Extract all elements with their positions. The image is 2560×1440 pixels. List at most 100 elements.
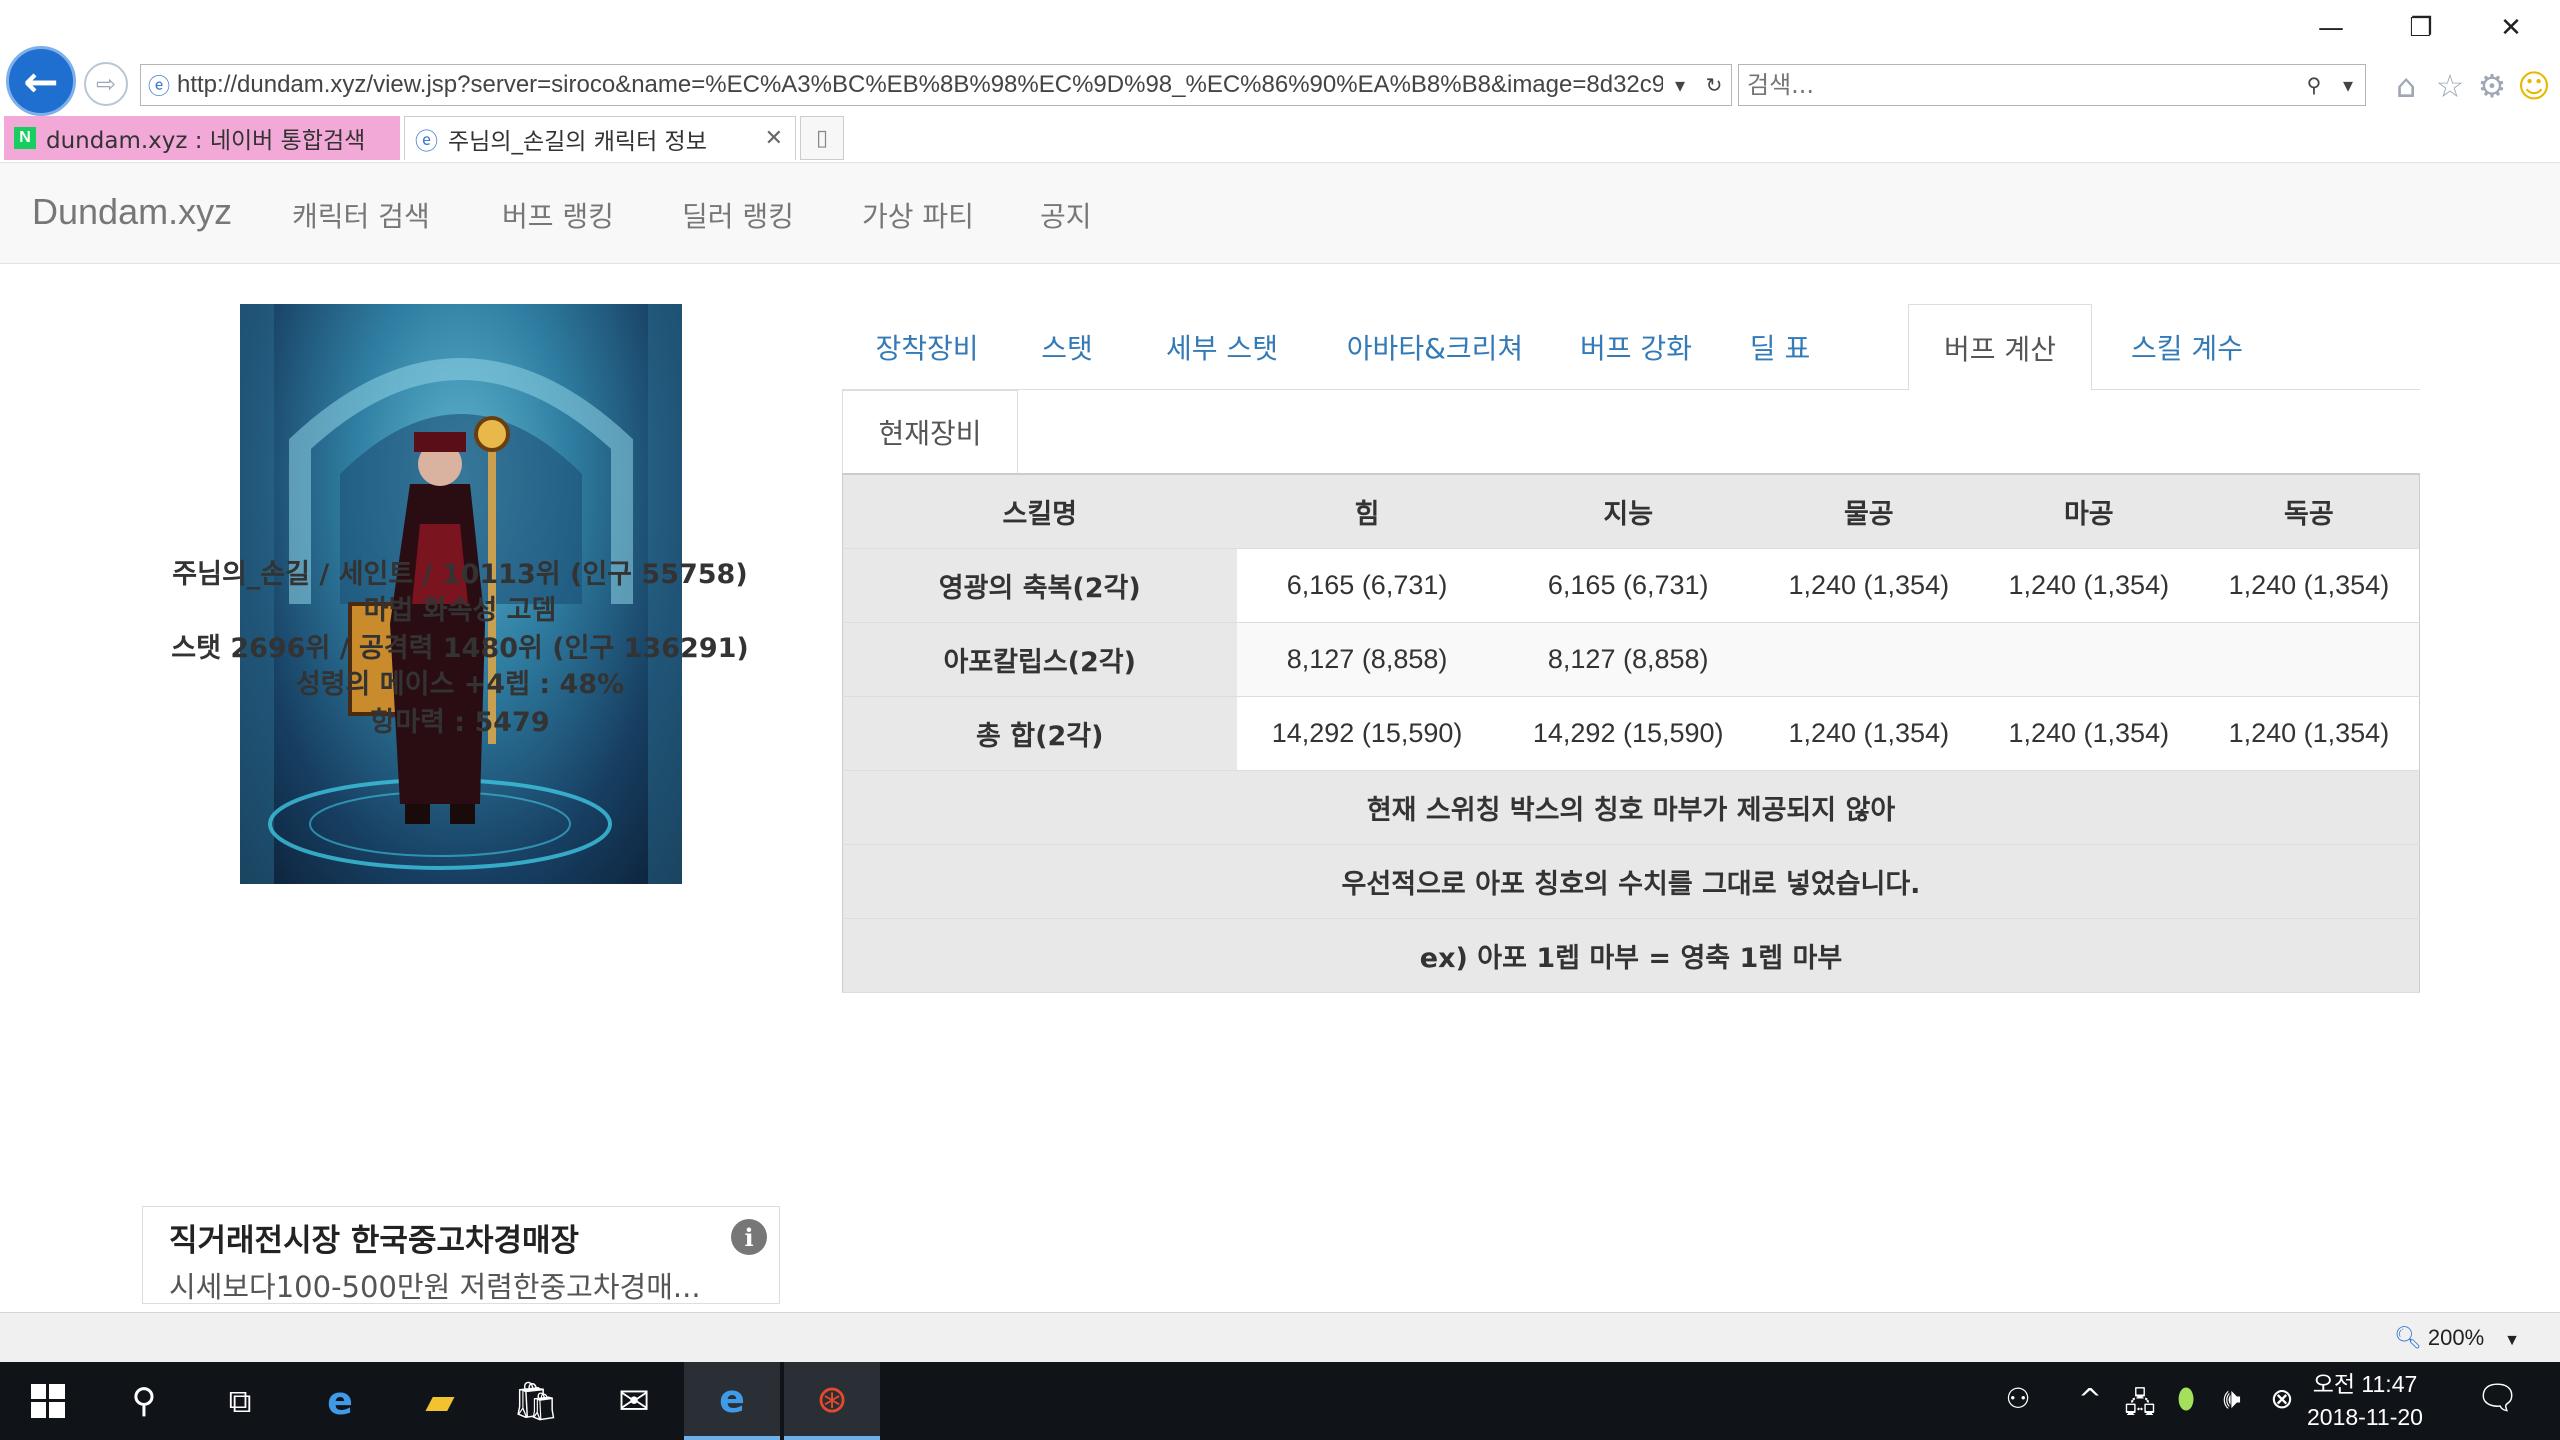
game-launcher-icon[interactable]: ⊛ — [784, 1362, 880, 1440]
cell-str: 6,165 (6,731) — [1236, 548, 1498, 623]
back-arrow-icon: ← — [23, 56, 59, 106]
zoom-dropdown-icon[interactable]: ▼ — [2504, 1332, 2520, 1349]
ad-title[interactable]: 직거래전시장 한국중고차경매장 — [169, 1215, 753, 1260]
internet-explorer-icon[interactable]: e — [684, 1362, 780, 1440]
tab-buff-calc[interactable]: 버프 계산 — [1908, 304, 2092, 391]
tab-skill-coefficient[interactable]: 스킬 계수 — [2092, 304, 2282, 390]
new-tab-icon: ▯ — [815, 125, 829, 151]
tab-equipment[interactable]: 장착장비 — [842, 304, 1012, 390]
cell-mag-atk: 1,240 (1,354) — [1978, 548, 2199, 623]
table-note-row: 우선적으로 아포 칭호의 수치를 그대로 넣었습니다. — [842, 844, 2420, 919]
cell-indep-atk: 1,240 (1,354) — [2198, 696, 2420, 771]
search-dropdown-icon[interactable]: ▾ — [2331, 73, 2365, 97]
tab-character-info[interactable]: ⓔ 주님의_손길의 캐릭터 정보 ✕ — [404, 116, 796, 160]
profile-damage-type: 마법 화속성 고뎀 — [363, 595, 557, 626]
settings-gear-icon[interactable]: ⚙ — [2472, 66, 2512, 106]
store-icon[interactable]: 🛍︎ — [488, 1362, 584, 1440]
table-row: 영광의 축복(2각) 6,165 (6,731) 6,165 (6,731) 1… — [842, 548, 2420, 623]
action-center-icon[interactable]: 🗨︎ — [2476, 1378, 2519, 1418]
minimize-button[interactable]: — — [2285, 0, 2377, 56]
table-note-row: ex) 아포 1렙 마부 = 영축 1렙 마부 — [842, 918, 2420, 993]
file-explorer-icon[interactable]: ▰ — [392, 1362, 488, 1440]
subtab-current-equipment[interactable]: 현재장비 — [842, 390, 1018, 474]
dropdown-icon[interactable]: ▾ — [1663, 73, 1697, 97]
volume-icon[interactable]: 🕪︎ — [2212, 1382, 2252, 1416]
ie-page-icon: ⓔ — [147, 75, 170, 100]
people-icon[interactable]: ⚇ — [1998, 1382, 2038, 1415]
zoom-level: 200% — [2427, 1325, 2485, 1350]
table-header-row: 스킬명 힘 지능 물공 마공 독공 — [842, 473, 2420, 549]
nav-dealer-ranking[interactable]: 딜러 랭킹 — [682, 195, 794, 235]
cell-indep-atk — [2198, 622, 2420, 697]
skill-name: 총 합(2각) — [842, 696, 1237, 771]
url-text[interactable]: http://dundam.xyz/view.jsp?server=siroco… — [177, 71, 1663, 99]
col-int: 지능 — [1497, 473, 1759, 549]
tab-avatar-creature[interactable]: 아바타&크리쳐 — [1322, 304, 1548, 390]
new-tab-button[interactable]: ▯ — [800, 116, 844, 160]
refresh-icon[interactable]: ↻ — [1697, 73, 1731, 97]
table-row: 아포칼립스(2각) 8,127 (8,858) 8,127 (8,858) — [842, 622, 2420, 697]
ad-banner[interactable]: 직거래전시장 한국중고차경매장 시세보다100-500만원 저렴한중고차경매..… — [142, 1206, 780, 1304]
table-note-row: 현재 스위칭 박스의 칭호 마부가 제공되지 않아 — [842, 770, 2420, 845]
naver-icon: N — [14, 127, 36, 149]
zoom-control[interactable]: 🔍︎ 200% ▼ — [2394, 1325, 2520, 1351]
window-titlebar — [0, 0, 2560, 60]
note-text: 우선적으로 아포 칭호의 수치를 그대로 넣었습니다. — [842, 844, 2420, 919]
cell-phys-atk — [1758, 622, 1979, 697]
cell-int: 14,292 (15,590) — [1497, 696, 1759, 771]
clock-date: 2018-11-20 — [2307, 1404, 2423, 1430]
system-clock[interactable]: 오전 11:47 2018-11-20 — [2300, 1368, 2430, 1434]
info-icon[interactable]: i — [731, 1219, 767, 1255]
table-row: 총 합(2각) 14,292 (15,590) 14,292 (15,590) … — [842, 696, 2420, 771]
mail-icon[interactable]: ✉ — [586, 1362, 682, 1440]
windows-logo-icon — [31, 1384, 65, 1418]
app-tray-icon[interactable]: ⬮ — [2166, 1382, 2206, 1416]
tab-stats[interactable]: 스탯 — [1012, 304, 1122, 390]
nav-buff-ranking[interactable]: 버프 랭킹 — [502, 195, 614, 235]
equipment-subtabs: 현재장비 — [842, 390, 2420, 474]
close-tab-icon[interactable]: ✕ — [765, 126, 783, 151]
cell-phys-atk: 1,240 (1,354) — [1758, 548, 1979, 623]
col-mag-atk: 마공 — [1978, 473, 2199, 549]
tab-deal-chart[interactable]: 딜 표 — [1724, 304, 1836, 390]
windows-start-icon[interactable] — [0, 1362, 96, 1440]
smiley-feedback-icon[interactable]: ☺ — [2514, 66, 2554, 106]
nav-virtual-party[interactable]: 가상 파티 — [862, 195, 974, 235]
forward-arrow-icon: ⇨ — [95, 70, 117, 98]
network-icon[interactable]: 🖧︎ — [2120, 1382, 2160, 1430]
profile-summary: 주님의_손길 / 세인트 / 10113위 (인구 55758) — [172, 559, 748, 590]
search-box[interactable]: ⚲ ▾ — [1738, 64, 2366, 106]
profile-weapon: 성령의 메이스 +4렙 : 48% — [295, 669, 625, 700]
search-input[interactable] — [1747, 71, 2297, 99]
home-icon[interactable]: ⌂ — [2386, 66, 2426, 106]
close-button[interactable]: ✕ — [2465, 0, 2557, 56]
tab-naver-search[interactable]: N dundam.xyz : 네이버 통합검색 — [4, 116, 400, 160]
skill-name: 아포칼립스(2각) — [842, 622, 1237, 697]
buff-table: 스킬명 힘 지능 물공 마공 독공 영광의 축복(2각) 6,165 (6,73… — [842, 473, 2420, 993]
skill-name: 영광의 축복(2각) — [842, 548, 1237, 623]
character-tabs: 장착장비 스탯 세부 스탯 아바타&크리쳐 버프 강화 딜 표 버프 계산 스킬… — [842, 304, 2420, 391]
task-view-icon[interactable]: ⧉ — [192, 1362, 288, 1440]
back-button[interactable]: ← — [6, 46, 76, 116]
site-brand[interactable]: Dundam.xyz — [32, 191, 232, 233]
tab-detail-stats[interactable]: 세부 스탯 — [1122, 304, 1322, 390]
address-bar[interactable]: ⓔ http://dundam.xyz/view.jsp?server=siro… — [140, 64, 1732, 106]
search-icon[interactable]: ⚲ — [2297, 73, 2331, 97]
taskbar-search-icon[interactable]: ⚲ — [96, 1362, 192, 1440]
profile-stat-rank: 스탯 2696위 / 공격력 1480위 (인구 136291) — [171, 633, 749, 664]
tray-expand-icon[interactable]: ^ — [2070, 1382, 2110, 1415]
edge-browser-icon[interactable]: e — [292, 1362, 388, 1440]
cell-mag-atk — [1978, 622, 2199, 697]
nav-notice[interactable]: 공지 — [1040, 195, 1092, 235]
note-text: ex) 아포 1렙 마부 = 영축 1렙 마부 — [842, 918, 2420, 993]
nav-character-search[interactable]: 캐릭터 검색 — [292, 195, 430, 235]
mute-x-icon[interactable]: ⊗ — [2262, 1382, 2302, 1415]
ad-subtitle[interactable]: 시세보다100-500만원 저렴한중고차경매... — [169, 1264, 753, 1306]
favorites-star-icon[interactable]: ☆ — [2430, 66, 2470, 106]
site-navbar: Dundam.xyz 캐릭터 검색 버프 랭킹 딜러 랭킹 가상 파티 공지 — [0, 162, 2560, 264]
cell-str: 8,127 (8,858) — [1236, 622, 1498, 697]
maximize-button[interactable]: ❐ — [2375, 0, 2467, 56]
cell-str: 14,292 (15,590) — [1236, 696, 1498, 771]
forward-button[interactable]: ⇨ — [84, 62, 128, 106]
tab-buff-enhance[interactable]: 버프 강화 — [1548, 304, 1724, 390]
